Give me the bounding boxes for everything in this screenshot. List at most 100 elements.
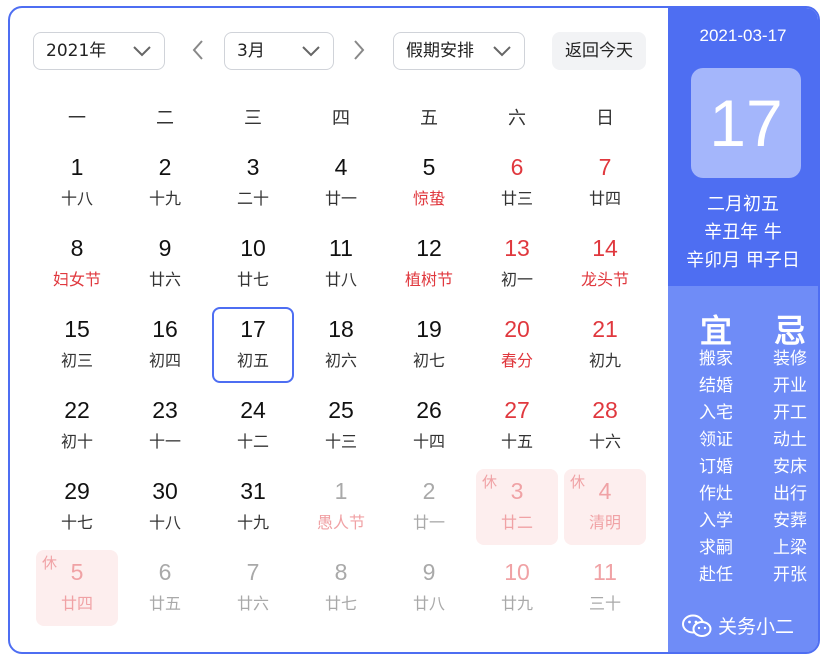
day-cell[interactable]: 1 十八	[36, 145, 118, 221]
day-cell[interactable]: 9 廿八	[388, 550, 470, 626]
day-cell[interactable]: 11 廿八	[300, 226, 382, 302]
next-month-icon[interactable]	[351, 38, 367, 62]
day-number: 11	[329, 235, 353, 261]
month-grid-panel: 2021年 3月 假期安排 返回今天 一 二 三 四 五 六 日 1 十八 2 十九 3 二十 4 廿一 5…	[10, 8, 668, 652]
day-cell[interactable]: 休 3 廿二	[476, 469, 558, 545]
lunar-label: 三十	[588, 594, 621, 613]
day-cell[interactable]: 6 廿三	[476, 145, 558, 221]
day-cell[interactable]: 2 廿一	[388, 469, 470, 545]
day-cell[interactable]: 4 廿一	[300, 145, 382, 221]
day-cell[interactable]: 22 初十	[36, 388, 118, 464]
day-cell[interactable]: 7 廿六	[212, 550, 294, 626]
day-cell[interactable]: 20 春分	[476, 307, 558, 383]
day-cell[interactable]: 8 妇女节	[36, 226, 118, 302]
day-number: 8	[334, 559, 348, 585]
back-to-today-button[interactable]: 返回今天	[552, 32, 646, 70]
day-number: 25	[328, 397, 354, 423]
day-number: 14	[592, 235, 618, 261]
day-cell[interactable]: 10 廿七	[212, 226, 294, 302]
day-cell[interactable]: 23 十一	[124, 388, 206, 464]
day-cell[interactable]: 1 愚人节	[300, 469, 382, 545]
day-cell[interactable]: 6 廿五	[124, 550, 206, 626]
prev-month-icon[interactable]	[190, 38, 206, 62]
lunar-label: 廿九	[500, 594, 533, 613]
day-cell[interactable]: 3 二十	[212, 145, 294, 221]
day-number: 17	[240, 316, 266, 342]
holiday-select[interactable]: 假期安排	[393, 32, 525, 70]
day-number: 8	[70, 235, 84, 261]
yi-item: 入宅	[699, 403, 733, 423]
ji-item: 出行	[773, 484, 807, 504]
month-select[interactable]: 3月	[224, 32, 334, 70]
lunar-label: 初一	[500, 270, 533, 289]
yi-item: 赴任	[699, 565, 733, 585]
day-number: 1	[70, 154, 84, 180]
lunar-label: 初六	[324, 351, 357, 370]
weekday-label: 三	[244, 108, 262, 129]
day-cell[interactable]: 29 十七	[36, 469, 118, 545]
day-cell[interactable]: 9 廿六	[124, 226, 206, 302]
day-number: 3	[246, 154, 260, 180]
yi-item: 求嗣	[699, 538, 733, 558]
lunar-label: 初三	[60, 351, 93, 370]
day-cell[interactable]: 26 十四	[388, 388, 470, 464]
year-ganzhi: 辛丑年 牛	[704, 222, 782, 243]
lunar-label: 十七	[60, 513, 93, 532]
year-select[interactable]: 2021年	[33, 32, 165, 70]
day-cell[interactable]: 10 廿九	[476, 550, 558, 626]
day-cell[interactable]: 15 初三	[36, 307, 118, 383]
day-cell[interactable]: 24 十二	[212, 388, 294, 464]
brand-footer: 关务小二	[682, 612, 794, 639]
day-cell[interactable]: 18 初六	[300, 307, 382, 383]
yi-item: 领证	[699, 430, 733, 450]
day-cell[interactable]: 休 4 清明	[564, 469, 646, 545]
day-cell[interactable]: 7 廿四	[564, 145, 646, 221]
day-cell[interactable]: 19 初七	[388, 307, 470, 383]
day-number: 24	[240, 397, 266, 423]
lunar-label: 十九	[148, 189, 181, 208]
day-cell[interactable]: 休 5 廿四	[36, 550, 118, 626]
lunar-label: 廿五	[148, 594, 181, 613]
day-number: 2	[422, 478, 436, 504]
lunar-label: 廿一	[412, 513, 445, 532]
day-number: 5	[70, 559, 84, 585]
day-number: 7	[246, 559, 260, 585]
day-cell[interactable]: 17 初五	[212, 307, 294, 383]
day-cell[interactable]: 12 植树节	[388, 226, 470, 302]
day-cell[interactable]: 2 十九	[124, 145, 206, 221]
selected-date: 2021-03-17	[699, 26, 787, 45]
day-cell[interactable]: 13 初一	[476, 226, 558, 302]
lunar-label: 廿四	[588, 189, 621, 208]
ji-item: 动土	[773, 430, 807, 450]
lunar-label: 廿六	[236, 594, 269, 613]
day-cell[interactable]: 14 龙头节	[564, 226, 646, 302]
day-cell[interactable]: 11 三十	[564, 550, 646, 626]
weekday-label: 二	[156, 108, 174, 129]
day-number: 30	[152, 478, 178, 504]
day-cell[interactable]: 28 十六	[564, 388, 646, 464]
day-cell[interactable]: 27 十五	[476, 388, 558, 464]
day-number: 9	[422, 559, 436, 585]
day-number: 27	[504, 397, 530, 423]
lunar-label: 十九	[236, 513, 269, 532]
day-number: 1	[334, 478, 348, 504]
weekday-label: 一	[68, 108, 86, 129]
lunar-label: 廿三	[500, 189, 533, 208]
weekday-label: 日	[596, 108, 614, 129]
day-cell[interactable]: 16 初四	[124, 307, 206, 383]
day-cell[interactable]: 21 初九	[564, 307, 646, 383]
day-number: 11	[593, 559, 617, 585]
ji-item: 装修	[773, 349, 807, 369]
day-cell[interactable]: 8 廿七	[300, 550, 382, 626]
lunar-label: 十五	[500, 432, 533, 451]
year-select-label: 2021年	[46, 41, 107, 61]
day-cell[interactable]: 5 惊蛰	[388, 145, 470, 221]
day-cell[interactable]: 25 十三	[300, 388, 382, 464]
lunar-label: 愚人节	[316, 513, 365, 532]
day-number: 23	[152, 397, 178, 423]
day-cell[interactable]: 31 十九	[212, 469, 294, 545]
calendar-widget: 2021年 3月 假期安排 返回今天 一 二 三 四 五 六 日 1 十八 2 十九 3 二十 4 廿一 5…	[8, 6, 820, 654]
day-cell[interactable]: 30 十八	[124, 469, 206, 545]
yi-item: 搬家	[699, 349, 733, 369]
lunar-label: 十一	[148, 432, 181, 451]
